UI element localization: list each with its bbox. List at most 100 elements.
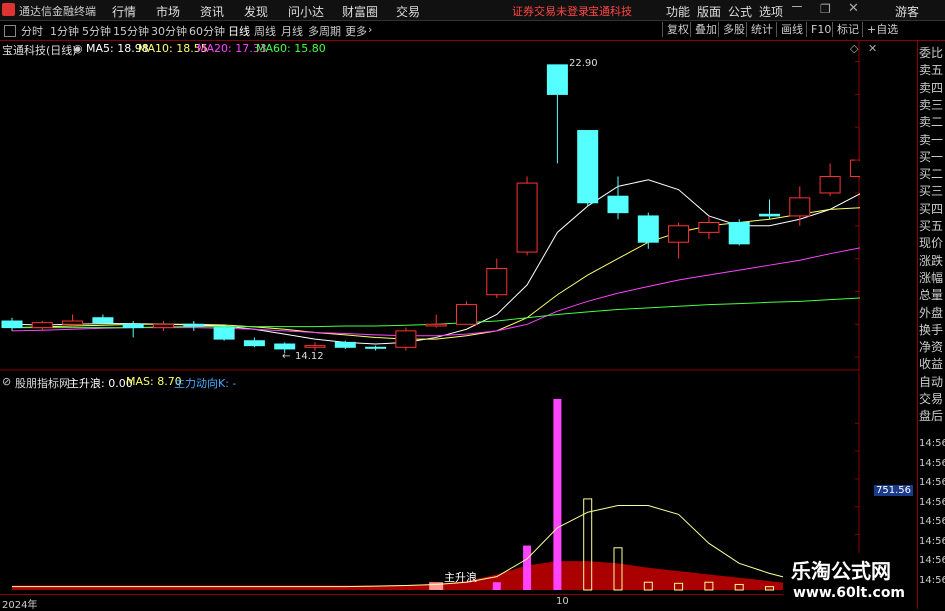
watermark-title: 乐淘公式网 bbox=[791, 559, 891, 583]
menu-caifuquan[interactable]: 财富圈 bbox=[342, 3, 378, 20]
candle-down bbox=[607, 195, 629, 214]
menu-shichang[interactable]: 市场 bbox=[156, 3, 180, 20]
sub-toggle-icon[interactable]: ⊘ bbox=[2, 375, 11, 388]
period-fenshi[interactable]: 分时 bbox=[21, 23, 43, 39]
quote-label: 换手 bbox=[919, 322, 944, 337]
period-daily[interactable]: 日线 bbox=[228, 23, 250, 39]
indicator-bar bbox=[523, 545, 532, 590]
panel-toggle-icon[interactable] bbox=[4, 25, 16, 37]
quote-label: 买二 bbox=[919, 167, 944, 182]
diamond-icon[interactable]: ◇ bbox=[850, 42, 858, 55]
period-30min[interactable]: 30分钟 bbox=[151, 23, 187, 39]
candle-down bbox=[728, 221, 750, 245]
menu-wenxiaoda[interactable]: 问小达 bbox=[288, 3, 324, 20]
trade-time: 14:56 bbox=[919, 457, 945, 469]
minimize-icon[interactable] bbox=[792, 6, 802, 7]
trade-time: 14:56 bbox=[919, 535, 945, 547]
biaoji-button[interactable]: 标记 bbox=[832, 22, 863, 37]
period-monthly[interactable]: 月线 bbox=[281, 23, 303, 39]
period-60min[interactable]: 60分钟 bbox=[189, 23, 225, 39]
menu-banmian[interactable]: 版面 bbox=[697, 3, 721, 20]
candle-down bbox=[122, 323, 144, 329]
candle-up bbox=[668, 225, 690, 243]
indicator-bar bbox=[553, 398, 562, 590]
candle-down bbox=[274, 343, 296, 350]
quote-label: 委比 bbox=[919, 46, 944, 60]
trade-time: 14:56 bbox=[919, 555, 945, 566]
quote-label: 净资 bbox=[919, 340, 944, 355]
quote-label: 盘后 bbox=[919, 409, 944, 424]
candle-up bbox=[456, 304, 477, 325]
settings-icon[interactable]: ◉ bbox=[73, 42, 83, 55]
candlestick-chart[interactable]: 23.0022.0021.0020.0019.0018.0017.0016.00… bbox=[0, 41, 860, 371]
indicator-bar bbox=[429, 582, 444, 590]
menu-xuanxiang[interactable]: 选项 bbox=[759, 3, 783, 20]
quote-label: 卖五 bbox=[919, 63, 944, 78]
stock-alert[interactable]: 宝通科技 bbox=[588, 3, 632, 19]
period-more[interactable]: 更多 bbox=[345, 23, 367, 39]
chevron-right-icon[interactable]: › bbox=[368, 23, 372, 36]
candle-up bbox=[153, 323, 174, 329]
fuquan-button[interactable]: 复权 bbox=[662, 22, 693, 37]
period-weekly[interactable]: 周线 bbox=[254, 23, 276, 39]
f10-button[interactable]: F10 bbox=[806, 22, 835, 37]
candle-down bbox=[546, 64, 568, 95]
user-guest[interactable]: 游客 bbox=[895, 3, 919, 20]
quote-label: 收益 bbox=[919, 357, 944, 372]
candle-down bbox=[1, 320, 23, 329]
low-annotation-arrow: ← bbox=[282, 351, 291, 362]
menu-gongneng[interactable]: 功能 bbox=[666, 3, 690, 20]
quote-label: 交易 bbox=[919, 392, 944, 406]
trade-time: 14:56 bbox=[919, 516, 945, 527]
zixuan-button[interactable]: +自选 bbox=[862, 22, 902, 37]
quote-label: 卖二 bbox=[919, 115, 944, 130]
candle-up bbox=[698, 221, 720, 233]
quote-label: 外盘 bbox=[919, 305, 944, 320]
period-1min[interactable]: 1分钟 bbox=[50, 23, 79, 39]
candle-down bbox=[759, 213, 780, 217]
candle-down bbox=[577, 130, 599, 204]
high-annotation: 22.90 bbox=[569, 58, 598, 69]
quote-label: 卖三 bbox=[919, 97, 944, 112]
menu-faxian[interactable]: 发现 bbox=[244, 3, 268, 20]
quote-label: 买五 bbox=[919, 219, 944, 233]
period-15min[interactable]: 15分钟 bbox=[113, 23, 149, 39]
candle-up bbox=[516, 182, 538, 253]
period-5min[interactable]: 5分钟 bbox=[82, 23, 111, 39]
menu-hangqing[interactable]: 行情 bbox=[112, 3, 136, 20]
watermark-url: www.60lt.com bbox=[793, 585, 906, 601]
menu-gongshi[interactable]: 公式 bbox=[728, 3, 752, 20]
zhushenglang-legend: 主升浪: 0.00 bbox=[68, 377, 133, 390]
menu-bar: 通达信金融终端 行情 市场 资讯 发现 问小达 财富圈 交易 证券交易未登录 宝… bbox=[0, 0, 945, 21]
current-value-tag: 751.56 bbox=[874, 485, 913, 496]
huaxian-button[interactable]: 画线 bbox=[776, 22, 807, 37]
menu-zixun[interactable]: 资讯 bbox=[200, 3, 224, 20]
pane-close-icon[interactable]: ✕ bbox=[868, 42, 877, 55]
tongji-button[interactable]: 统计 bbox=[746, 22, 777, 37]
watermark: 乐淘公式网 www.60lt.com bbox=[783, 553, 917, 609]
candle-down bbox=[243, 340, 265, 347]
candle-up bbox=[486, 267, 508, 296]
candle-up bbox=[62, 320, 84, 325]
indicator-chart[interactable]: 150012501000750500250 bbox=[0, 372, 860, 594]
stock-title: 宝通科技(日线) bbox=[2, 44, 77, 57]
x-axis bbox=[0, 594, 860, 610]
zhushenglang-label: 主升浪 bbox=[444, 571, 477, 584]
trade-time: 14:56 bbox=[919, 574, 945, 586]
menu-jiaoyi[interactable]: 交易 bbox=[396, 3, 420, 20]
login-alert[interactable]: 证券交易未登录 bbox=[512, 3, 589, 19]
restore-icon[interactable]: ❐ bbox=[820, 2, 831, 16]
app-title: 通达信金融终端 bbox=[19, 5, 96, 18]
candle-up bbox=[31, 322, 53, 329]
candle-up bbox=[819, 176, 841, 194]
quote-label: 买一 bbox=[919, 149, 944, 164]
zhulidongxiang-legend: 主力动向K: - bbox=[174, 377, 237, 390]
candle-up bbox=[789, 197, 811, 217]
sub-title: 股朋指标网 bbox=[15, 377, 70, 390]
mas-line bbox=[12, 505, 860, 588]
candle-down bbox=[92, 317, 114, 324]
close-icon[interactable]: ✕ bbox=[848, 1, 859, 16]
period-multi[interactable]: 多周期 bbox=[308, 23, 341, 39]
duogu-button[interactable]: 多股 bbox=[718, 22, 749, 37]
diejia-button[interactable]: 叠加 bbox=[690, 22, 721, 37]
